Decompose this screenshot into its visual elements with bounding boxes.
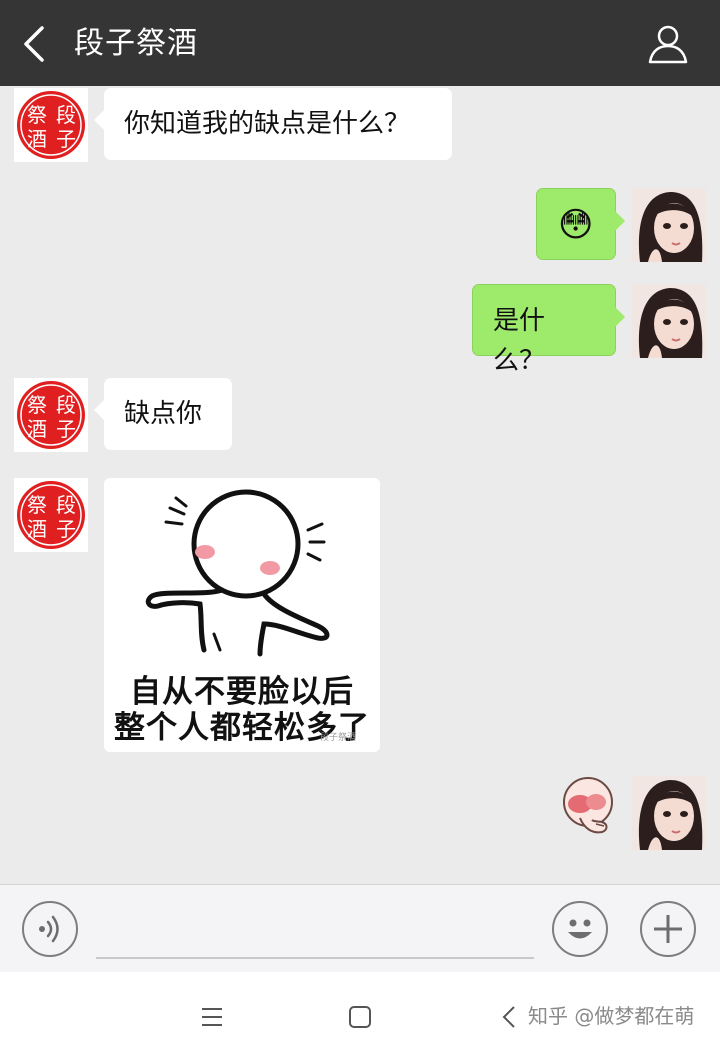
- svg-text:酒: 酒: [27, 417, 47, 441]
- input-bar: [0, 884, 720, 973]
- smiley-icon: [568, 919, 592, 939]
- watermark: 知乎 @做梦都在萌: [528, 1004, 695, 1028]
- svg-text:酒: 酒: [27, 127, 47, 151]
- my-avatar[interactable]: [632, 284, 706, 358]
- sticker-caption-line1: 自从不要脸以后: [130, 674, 354, 710]
- message-text: 你知道我的缺点是什么？: [124, 109, 411, 139]
- message-text: 缺点你: [124, 399, 203, 429]
- svg-text:祭: 祭: [27, 393, 47, 417]
- svg-text:段: 段: [56, 493, 76, 517]
- chat-title: 段子祭酒: [74, 26, 198, 61]
- user-photo-icon: [632, 188, 706, 262]
- emoji-button[interactable]: [552, 901, 608, 957]
- more-button[interactable]: [640, 901, 696, 957]
- message-bubble-received[interactable]: 缺点你: [94, 378, 232, 450]
- contact-avatar[interactable]: 段 子 祭 酒: [14, 478, 88, 552]
- my-avatar[interactable]: [632, 776, 706, 850]
- message-bubble-sent[interactable]: 是什么？: [472, 284, 625, 376]
- menu-icon[interactable]: [198, 1006, 226, 1028]
- home-icon[interactable]: [346, 1004, 374, 1030]
- my-avatar[interactable]: [632, 188, 706, 262]
- message-text: 是什么？: [493, 306, 546, 376]
- message-bubble-sent[interactable]: 😳: [536, 188, 625, 260]
- message-bubble-received[interactable]: 你知道我的缺点是什么？: [94, 88, 452, 160]
- svg-text:段: 段: [56, 393, 76, 417]
- sticker-message[interactable]: 自从不要脸以后 整个人都轻松多了 段子祭酒: [104, 478, 380, 752]
- user-photo-icon: [632, 284, 706, 358]
- contact-avatar[interactable]: 段 子 祭 酒: [14, 378, 88, 452]
- person-icon[interactable]: [644, 22, 692, 66]
- user-photo-icon: [632, 776, 706, 850]
- svg-text:子: 子: [56, 127, 76, 151]
- back-nav-icon[interactable]: [498, 1004, 522, 1030]
- contact-avatar[interactable]: 段 子 祭 酒: [14, 88, 88, 162]
- seal-stamp-icon: 段 子 祭 酒: [17, 91, 85, 159]
- svg-text:酒: 酒: [27, 517, 47, 541]
- svg-text:子: 子: [56, 417, 76, 441]
- flushed-face-emoji: 😳: [558, 205, 594, 245]
- chat-area[interactable]: 段 子 祭 酒 你知道我的缺点是什么？ 😳 是什么？ 段 子 祭 酒 缺点你 段…: [0, 86, 720, 884]
- seal-stamp-icon: 段 子 祭 酒: [17, 481, 85, 549]
- plus-icon: [654, 915, 682, 943]
- svg-text:祭: 祭: [27, 103, 47, 127]
- voice-icon: [39, 915, 59, 943]
- svg-text:祭: 祭: [27, 493, 47, 517]
- svg-text:子: 子: [56, 517, 76, 541]
- seal-stamp-icon: 段 子 祭 酒: [17, 381, 85, 449]
- blushing-face-sticker-icon[interactable]: [558, 776, 618, 838]
- message-input[interactable]: [96, 957, 534, 959]
- voice-button[interactable]: [22, 901, 78, 957]
- system-nav-bar: 知乎 @做梦都在萌: [0, 972, 720, 1044]
- sticker-source-mark: 段子祭酒: [320, 733, 357, 743]
- svg-text:段: 段: [56, 103, 76, 127]
- back-arrow-icon[interactable]: [14, 22, 58, 66]
- stick-figure-sticker-icon: [145, 489, 330, 657]
- title-bar: 段子祭酒: [0, 0, 720, 86]
